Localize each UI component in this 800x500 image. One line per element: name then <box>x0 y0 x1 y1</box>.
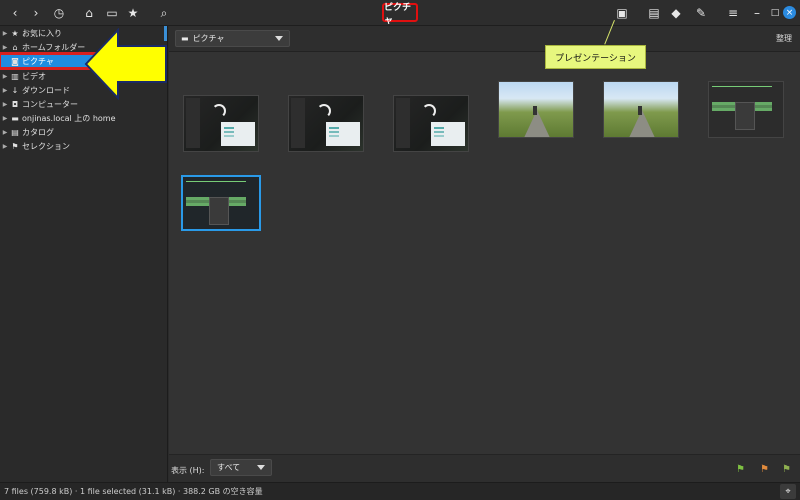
thumbnail[interactable] <box>183 95 259 152</box>
close-icon[interactable]: × <box>783 6 796 19</box>
pointer-arrow-annotation <box>84 28 167 100</box>
view-filter-value: すべて <box>217 463 241 472</box>
expand-arrow-icon[interactable]: ▶ <box>0 87 10 94</box>
presentation-icon[interactable]: ▣ <box>613 4 631 22</box>
home-icon[interactable]: ⌂ <box>80 4 98 22</box>
expand-arrow-icon[interactable]: ▶ <box>0 143 10 150</box>
status-bar: 7 files (759.8 kB) · 1 file selected (31… <box>0 482 800 500</box>
expand-arrow-icon[interactable]: ▶ <box>0 73 10 80</box>
sidebar-item-label: onjinas.local 上の home <box>22 113 116 123</box>
chat-icon[interactable]: ▤ <box>645 4 663 22</box>
back-icon[interactable]: ‹ <box>6 4 24 22</box>
thumbnail[interactable] <box>603 81 679 138</box>
tooltip-text: プレゼンテーション <box>555 53 636 64</box>
main-panel: ▬ ピクチャ 整理 表示 (H): すべて ⚑ ⚑ ⚑ <box>169 26 800 482</box>
maximize-icon[interactable]: □ <box>766 4 784 22</box>
download-icon: ↓ <box>11 85 19 95</box>
minimize-icon[interactable]: – <box>748 4 766 22</box>
thumbnail[interactable] <box>708 81 784 138</box>
search-icon[interactable]: ⌕ <box>155 4 173 22</box>
expand-arrow-icon[interactable]: ▶ <box>0 30 10 37</box>
sidebar-item-label: お気に入り <box>22 28 62 38</box>
thumbnail[interactable] <box>498 81 574 138</box>
sidebar-item-label: ピクチャ <box>22 56 54 66</box>
star-icon[interactable]: ★ <box>124 4 142 22</box>
sidebar-item-label: ホームフォルダー <box>22 42 86 52</box>
menu-icon[interactable]: ≡ <box>724 4 742 22</box>
tag-icon[interactable]: ◆ <box>667 4 685 22</box>
history-icon[interactable]: ◷ <box>50 4 68 22</box>
view-filter-label: 表示 (H): <box>171 466 205 475</box>
presentation-tooltip: プレゼンテーション <box>545 45 646 69</box>
green-flag-icon[interactable]: ⚑ <box>736 464 745 475</box>
sidebar-item-network-home[interactable]: ▶ ▬ onjinas.local 上の home <box>0 111 164 125</box>
network-drive-icon: ▬ <box>11 113 19 123</box>
sidebar-item-label: セレクション <box>22 141 70 151</box>
wrench-icon[interactable]: ✎ <box>692 4 710 22</box>
red-flag-icon[interactable]: ⚑ <box>760 464 769 475</box>
location-pin-icon[interactable]: ⌖ <box>780 484 796 499</box>
chevron-down-icon <box>275 36 283 41</box>
status-text: 7 files (759.8 kB) · 1 file selected (31… <box>4 487 263 496</box>
star-icon: ★ <box>11 28 19 38</box>
title-bar: ‹ › ◷ ⌂ ▭ ★ ⌕ ピクチャ ▣ ▤ ◆ ✎ ≡ – □ × <box>0 0 800 26</box>
chevron-down-icon <box>257 465 265 470</box>
drive-icon[interactable]: ▭ <box>103 4 121 22</box>
thumbnail[interactable] <box>288 95 364 152</box>
organize-button[interactable]: 整理 <box>776 33 792 44</box>
window-title-text: ピクチャ <box>384 2 412 26</box>
flag-icon: ⚑ <box>11 141 19 151</box>
thumbnail[interactable] <box>393 95 469 152</box>
expand-arrow-icon[interactable]: ▶ <box>0 44 10 51</box>
window-title: ピクチャ <box>382 3 418 26</box>
home-icon: ⌂ <box>12 42 18 52</box>
computer-icon: ◘ <box>11 99 19 109</box>
sidebar-item-label: ダウンロード <box>22 85 70 95</box>
thumbnail-selected[interactable] <box>181 175 261 231</box>
path-select[interactable]: ▬ ピクチャ <box>175 30 290 47</box>
expand-arrow-icon[interactable]: ▶ <box>0 129 10 136</box>
expand-arrow-icon[interactable]: ▶ <box>0 115 10 122</box>
sidebar-item-label: コンピューター <box>22 99 78 109</box>
camera-icon: ◙ <box>11 56 19 66</box>
sidebar-item-catalog[interactable]: ▶ ▤ カタログ <box>0 125 164 139</box>
unflag-icon[interactable]: ⚑ <box>782 464 791 475</box>
catalog-icon: ▤ <box>11 127 19 137</box>
forward-icon[interactable]: › <box>27 4 45 22</box>
film-icon: ▥ <box>11 71 19 81</box>
path-select-value: ピクチャ <box>192 34 225 43</box>
folder-icon: ▬ <box>181 34 189 43</box>
sidebar-item-selection[interactable]: ▶ ⚑ セレクション <box>0 139 164 153</box>
sidebar-item-label: カタログ <box>22 127 54 137</box>
filter-bar: 表示 (H): すべて ⚑ ⚑ ⚑ <box>169 454 800 482</box>
expand-arrow-icon[interactable]: ▶ <box>0 101 10 108</box>
browser-toolbar: ▬ ピクチャ 整理 <box>169 26 800 52</box>
sidebar-item-label: ビデオ <box>22 71 46 81</box>
view-filter-select[interactable]: すべて <box>210 459 272 476</box>
